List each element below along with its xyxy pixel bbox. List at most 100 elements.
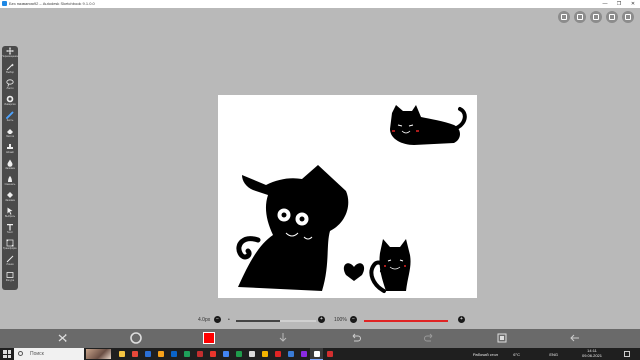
taskbar-app-0[interactable] bbox=[115, 348, 128, 360]
size-slider[interactable] bbox=[236, 320, 316, 322]
taskbar-app-10[interactable] bbox=[245, 348, 258, 360]
window-controls: — ❐ ✕ bbox=[598, 0, 640, 8]
taskbar-app-8[interactable] bbox=[219, 348, 232, 360]
taskbar-app-7[interactable] bbox=[206, 348, 219, 360]
color-wheel-icon[interactable] bbox=[130, 332, 142, 344]
tool-line[interactable]: Линия bbox=[2, 254, 18, 270]
text-icon bbox=[7, 224, 13, 231]
tool-transform[interactable]: Трансформ. bbox=[2, 238, 18, 254]
app-icon bbox=[209, 351, 216, 357]
notification-icon[interactable] bbox=[624, 351, 630, 357]
tool-stamp[interactable]: Штамп bbox=[2, 142, 18, 158]
size-increase-button[interactable]: + bbox=[318, 316, 325, 323]
taskbar-app-1[interactable] bbox=[128, 348, 141, 360]
drop-icon bbox=[7, 159, 13, 167]
tool-palette: Перемещение Выбор Лассо Инверсия Кисть Л… bbox=[2, 46, 18, 290]
app-icon bbox=[131, 351, 138, 357]
tool-lasso[interactable]: Лассо bbox=[2, 78, 18, 94]
back-arrow-icon[interactable] bbox=[569, 332, 581, 344]
lying-cat-figure bbox=[390, 105, 467, 145]
download-arrow-icon[interactable] bbox=[277, 332, 289, 344]
close-button[interactable]: ✕ bbox=[626, 0, 640, 8]
app-icon bbox=[222, 351, 229, 357]
app-icon bbox=[2, 1, 7, 6]
desktop-label[interactable]: Рабочий стол bbox=[473, 352, 498, 357]
pointer-icon bbox=[7, 207, 13, 215]
tool-shape[interactable]: Фигура bbox=[2, 270, 18, 286]
taskbar-app-14[interactable] bbox=[297, 348, 310, 360]
size-decrease-button[interactable]: − bbox=[214, 316, 221, 323]
taskbar-app-3[interactable] bbox=[154, 348, 167, 360]
taskbar-search[interactable]: Поиск bbox=[14, 348, 84, 360]
tool-label: Инверсия bbox=[4, 103, 16, 106]
opacity-decrease-button[interactable]: − bbox=[350, 316, 357, 323]
tool-move[interactable]: Перемещение bbox=[2, 46, 18, 62]
taskbar-app-11[interactable] bbox=[258, 348, 271, 360]
app-icon bbox=[313, 350, 320, 357]
tool-label: Заливка bbox=[5, 167, 15, 170]
tool-pointer[interactable]: Выбрать bbox=[2, 206, 18, 222]
os-taskbar: Поиск Рабочий стол 6°C ENG 14:11 09.06.2… bbox=[0, 348, 640, 360]
maximize-button[interactable]: ❐ bbox=[612, 0, 626, 8]
eraser-icon bbox=[7, 129, 13, 134]
start-button[interactable] bbox=[3, 350, 11, 358]
taskbar-app-2[interactable] bbox=[141, 348, 154, 360]
taskbar-app-5[interactable] bbox=[180, 348, 193, 360]
tool-label: Трансформ. bbox=[2, 247, 18, 250]
tool-drop[interactable]: Заливка bbox=[2, 158, 18, 174]
taskbar-app-13[interactable] bbox=[284, 348, 297, 360]
window-titlebar: Без названия92 – Autodesk Sketchbook 9.1… bbox=[0, 0, 640, 8]
tool-eraser[interactable]: Ластик bbox=[2, 126, 18, 142]
clock[interactable]: 14:11 09.06.2021 bbox=[580, 348, 604, 358]
tool-brush[interactable]: Кисть bbox=[2, 110, 18, 126]
undo-icon[interactable] bbox=[350, 332, 362, 344]
small-cat-figure bbox=[343, 239, 411, 293]
taskbar-app-9[interactable] bbox=[232, 348, 245, 360]
opacity-increase-button[interactable]: + bbox=[458, 316, 465, 323]
app-icon bbox=[144, 351, 151, 357]
tool-label: Лассо bbox=[6, 87, 14, 90]
app-icon bbox=[300, 351, 307, 357]
tool-label: Выбор bbox=[6, 71, 14, 74]
brush-library-icon[interactable] bbox=[558, 11, 570, 23]
clock-date: 09.06.2021 bbox=[581, 353, 603, 358]
layers-button-icon[interactable] bbox=[496, 332, 508, 344]
layers-icon[interactable] bbox=[574, 11, 586, 23]
app-icon bbox=[196, 351, 203, 357]
colors-grid-icon[interactable] bbox=[622, 11, 634, 23]
pencil-settings-icon[interactable] bbox=[606, 11, 618, 23]
taskbar-app-12[interactable] bbox=[271, 348, 284, 360]
weather-label[interactable]: 6°C bbox=[513, 352, 520, 357]
app-icon bbox=[183, 351, 190, 357]
tool-select[interactable]: Выбор bbox=[2, 62, 18, 78]
current-color-swatch[interactable] bbox=[203, 332, 215, 344]
tool-text[interactable]: Текст bbox=[2, 222, 18, 238]
lasso-icon bbox=[6, 79, 14, 87]
redo-icon[interactable] bbox=[423, 332, 435, 344]
tool-fill[interactable]: Заливка bbox=[2, 190, 18, 206]
taskbar-app-15[interactable] bbox=[310, 348, 323, 360]
color-palette-icon[interactable] bbox=[590, 11, 602, 23]
size-slider-fill bbox=[236, 320, 280, 322]
taskbar-app-6[interactable] bbox=[193, 348, 206, 360]
top-right-tools bbox=[558, 11, 634, 23]
taskbar-app-16[interactable] bbox=[323, 348, 336, 360]
tool-smudge[interactable]: Смешать bbox=[2, 174, 18, 190]
line-icon bbox=[6, 255, 14, 263]
drawing-canvas[interactable] bbox=[218, 95, 477, 298]
shuffle-icon[interactable] bbox=[57, 332, 69, 344]
app-icon bbox=[157, 351, 164, 357]
move-icon bbox=[6, 47, 14, 55]
language-indicator[interactable]: ENG bbox=[549, 352, 558, 357]
smudge-icon bbox=[8, 176, 12, 182]
tool-invert[interactable]: Инверсия bbox=[2, 94, 18, 110]
taskbar-app-4[interactable] bbox=[167, 348, 180, 360]
app-icon bbox=[274, 351, 281, 357]
brush-icon bbox=[6, 111, 14, 119]
taskbar-apps bbox=[115, 348, 336, 360]
opacity-slider[interactable] bbox=[364, 320, 448, 322]
opacity-slider-fill bbox=[364, 320, 448, 322]
size-dot-icon: • bbox=[228, 317, 230, 323]
app-icon bbox=[326, 351, 333, 357]
minimize-button[interactable]: — bbox=[598, 0, 612, 8]
